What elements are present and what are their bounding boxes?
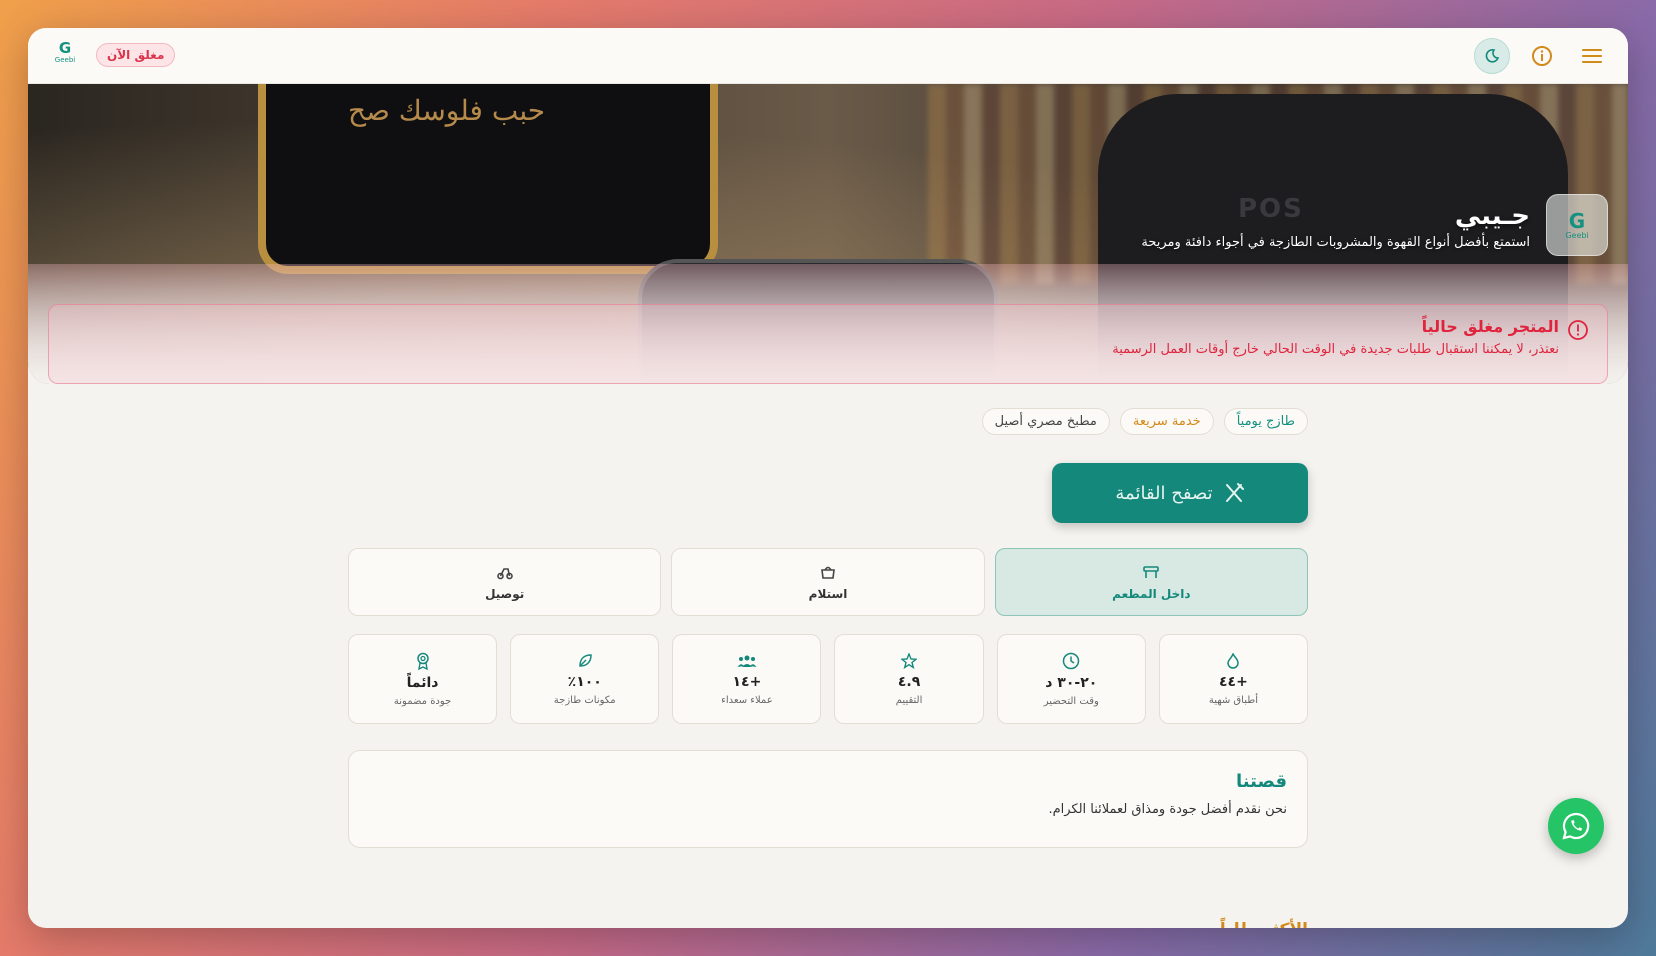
status-badge: مغلق الآن xyxy=(96,43,176,67)
stat-customers-value: +١٤ xyxy=(732,673,762,690)
story-card: قصتنا نحن نقدم أفضل جودة ومذاق لعملائنا … xyxy=(348,750,1308,848)
store-description: استمتع بأفضل أنواع القهوة والمشروبات الط… xyxy=(1141,234,1530,250)
stat-rating-value: ٤.٩ xyxy=(897,673,921,690)
logo-letter: G xyxy=(58,39,72,57)
store-logo-letter: G xyxy=(1568,208,1586,233)
menu-button[interactable] xyxy=(1574,38,1610,74)
tag-egyptian-kitchen: مطبخ مصري أصيل xyxy=(981,408,1110,435)
stat-quality-value: دائماً xyxy=(406,674,439,691)
stat-prep-time-label: وقت التحضير xyxy=(1043,695,1099,707)
award-icon xyxy=(416,652,429,670)
clock-icon xyxy=(1063,652,1080,669)
browse-menu-label: تصفح القائمة xyxy=(1115,482,1213,504)
stat-prep-time-value: ٢٠-٣٠ د xyxy=(1045,674,1098,691)
logo-text: Geebi xyxy=(54,56,76,64)
theme-toggle-button[interactable] xyxy=(1474,38,1510,74)
alert-icon xyxy=(1568,320,1588,340)
whatsapp-button[interactable] xyxy=(1548,798,1604,854)
mode-dine-in[interactable]: داخل المطعم xyxy=(994,548,1308,616)
closed-alert: المتجر مغلق حالياً نعتذر، لا يمكننا استق… xyxy=(48,304,1608,384)
whatsapp-icon xyxy=(1562,812,1590,840)
stat-fresh-ingredients-value: ١٠٠٪ xyxy=(567,673,602,690)
alert-message: نعتذر، لا يمكننا استقبال طلبات جديدة في … xyxy=(1112,342,1559,357)
feature-tags: طازج يومياً خدمة سريعة مطبخ مصري أصيل xyxy=(981,408,1308,435)
mode-delivery[interactable]: توصيل xyxy=(348,548,662,616)
hero-screen-text: حبب فلوسك صح xyxy=(348,94,546,127)
flame-icon xyxy=(1227,652,1240,669)
delivery-icon xyxy=(496,568,513,580)
story-title: قصتنا xyxy=(1236,771,1287,792)
brand-logo[interactable]: G Geebi xyxy=(52,40,78,70)
leaf-icon xyxy=(578,653,592,667)
hero-banner: حبب فلوسك صح POS G Geebi جـيبي استمتع بأ… xyxy=(28,84,1628,384)
tag-fresh: طازج يومياً xyxy=(1223,408,1308,435)
top-bar-brand: G Geebi مغلق الآن xyxy=(52,40,176,70)
stat-fresh-ingredients: ١٠٠٪ مكونات طازجة xyxy=(510,634,660,724)
stat-dishes-value: +٤٤ xyxy=(1219,673,1248,690)
info-icon xyxy=(1532,46,1552,66)
stat-customers-label: عملاء سعداء xyxy=(721,694,773,706)
top-bar: G Geebi مغلق الآن xyxy=(28,28,1628,84)
app-window: G Geebi مغلق الآن حبب فلوسك صح POS G Gee… xyxy=(28,28,1628,928)
stats-row: +٤٤ أطباق شهية ٢٠-٣٠ د وقت التحضير ٤.٩ ا… xyxy=(347,634,1308,724)
hamburger-icon xyxy=(1582,49,1602,63)
story-text: نحن نقدم أفضل جودة ومذاق لعملائنا الكرام… xyxy=(1048,802,1287,817)
browse-menu-button[interactable]: تصفح القائمة xyxy=(1052,463,1308,523)
users-icon xyxy=(737,655,757,667)
stat-dishes-label: أطباق شهية xyxy=(1208,694,1258,706)
stat-rating: ٤.٩ التقييم xyxy=(834,634,984,724)
stat-prep-time: ٢٠-٣٠ د وقت التحضير xyxy=(996,634,1146,724)
pickup-icon xyxy=(821,566,835,579)
utensils-icon xyxy=(1225,483,1244,502)
alert-title: المتجر مغلق حالياً xyxy=(1421,317,1559,336)
mode-pickup[interactable]: استلام xyxy=(671,548,985,616)
order-mode-selector: داخل المطعم استلام توصيل xyxy=(348,548,1308,616)
mode-pickup-label: استلام xyxy=(808,587,848,601)
most-ordered-heading: الأكثر طلباً xyxy=(1220,920,1308,928)
store-text: جـيبي استمتع بأفضل أنواع القهوة والمشروب… xyxy=(1141,201,1530,250)
store-name: جـيبي xyxy=(1454,200,1530,231)
dine-in-icon xyxy=(1143,566,1160,578)
tag-fast-service: خدمة سريعة xyxy=(1119,408,1214,435)
mode-dine-in-label: داخل المطعم xyxy=(1112,587,1191,601)
mode-delivery-label: توصيل xyxy=(485,587,525,601)
store-logo: G Geebi xyxy=(1546,194,1608,256)
stat-quality-label: جودة مضمونة xyxy=(393,695,452,707)
top-bar-actions xyxy=(1474,38,1610,74)
moon-icon xyxy=(1485,49,1500,63)
info-button[interactable] xyxy=(1524,38,1560,74)
stat-dishes: +٤٤ أطباق شهية xyxy=(1158,634,1308,724)
stat-rating-label: التقييم xyxy=(895,694,923,706)
stat-quality: دائماً جودة مضمونة xyxy=(347,634,498,724)
store-info: G Geebi جـيبي استمتع بأفضل أنواع القهوة … xyxy=(1141,194,1608,256)
stat-fresh-ingredients-label: مكونات طازجة xyxy=(553,694,616,706)
stat-customers: +١٤ عملاء سعداء xyxy=(672,634,822,724)
star-icon xyxy=(901,652,918,669)
store-logo-text: Geebi xyxy=(1565,230,1589,240)
